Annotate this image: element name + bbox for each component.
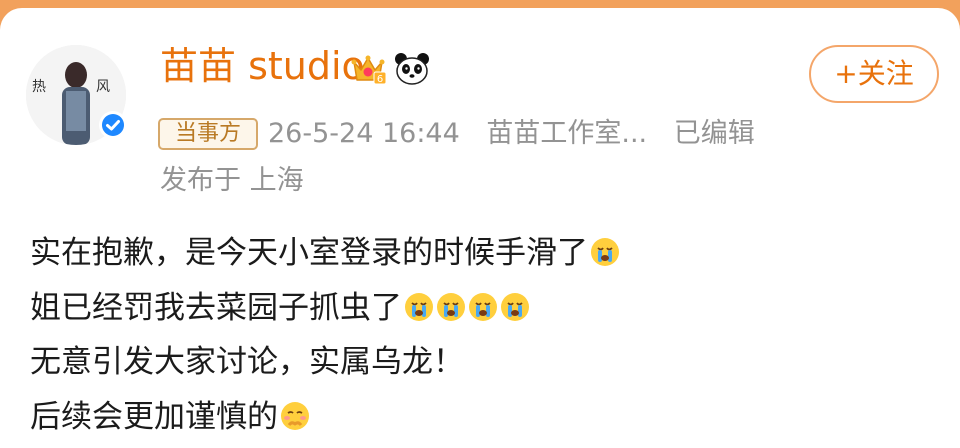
profile-name[interactable]: 苗苗 studio bbox=[160, 44, 365, 88]
verified-check-icon bbox=[99, 111, 127, 139]
shy-face-emoji bbox=[281, 401, 309, 430]
crying-face-emoji bbox=[591, 238, 619, 266]
post-line: 实在抱歉，是今天小室登录的时候手滑了 bbox=[30, 226, 620, 281]
edited-label[interactable]: 已编辑 bbox=[674, 118, 755, 149]
post-meta: 26-5-24 16:44 苗苗工作室... 已编辑 bbox=[268, 116, 755, 152]
crying-face-emoji bbox=[437, 292, 465, 321]
post-location: 发布于 上海 bbox=[160, 165, 304, 196]
avatar-caption: 热 bbox=[32, 79, 46, 95]
post-line: 无意引发大家讨论，实属乌龙！ bbox=[30, 335, 620, 390]
post-source[interactable]: 苗苗工作室... bbox=[486, 118, 647, 149]
crying-face-emoji bbox=[405, 292, 433, 321]
weibo-post-card: 热 风 苗苗 studio 6 +关注 当事方 26-5-24 16:44 苗苗… bbox=[0, 8, 960, 448]
post-line-text: 无意引发大家讨论，实属乌龙！ bbox=[30, 344, 464, 380]
post-body: 实在抱歉，是今天小室登录的时候手滑了 姐已经罚我去菜园子抓虫了 无意引发大家讨论… bbox=[30, 226, 620, 444]
post-timestamp: 26-5-24 16:44 bbox=[268, 118, 460, 149]
svg-text:风: 风 bbox=[96, 79, 110, 95]
panda-icon bbox=[394, 52, 430, 86]
post-line-text: 实在抱歉，是今天小室登录的时候手滑了 bbox=[30, 235, 588, 271]
crying-face-emoji bbox=[501, 292, 529, 321]
follow-button[interactable]: +关注 bbox=[809, 45, 939, 103]
post-line-text: 后续会更加谨慎的 bbox=[30, 398, 278, 435]
crying-face-emoji bbox=[469, 292, 497, 321]
svg-text:6: 6 bbox=[377, 74, 383, 85]
status-badge: 当事方 bbox=[158, 118, 258, 150]
post-line: 姐已经罚我去菜园子抓虫了 bbox=[30, 281, 620, 336]
crown-badge-icon: 6 bbox=[350, 52, 387, 86]
post-line: 后续会更加谨慎的 bbox=[30, 390, 620, 445]
post-line-text: 姐已经罚我去菜园子抓虫了 bbox=[30, 289, 402, 326]
